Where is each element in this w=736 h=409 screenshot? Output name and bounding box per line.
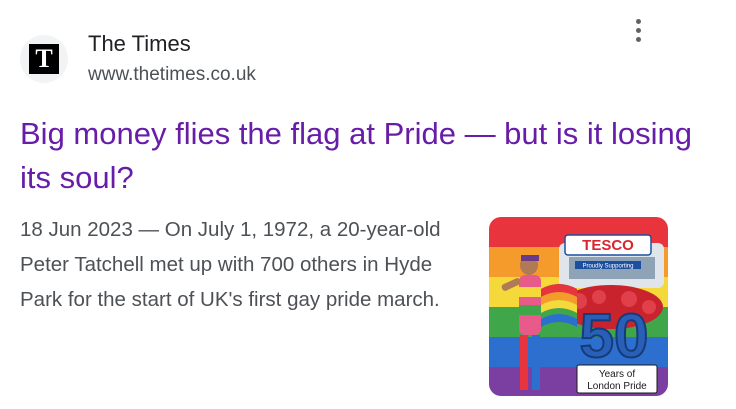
tesco-banner-text: TESCO <box>582 237 634 254</box>
pride-parade-image: TESCO Proudly Supporting 50 Years of Lon… <box>489 217 668 396</box>
the-times-logo-icon: T <box>20 35 68 83</box>
site-url: www.thetimes.co.uk <box>88 64 256 85</box>
snippet-date: 18 Jun 2023 <box>20 218 133 241</box>
more-vert-icon-dot <box>635 36 641 42</box>
result-title-link[interactable]: Big money flies the flag at Pride — but … <box>20 112 700 200</box>
snippet-separator: — <box>132 218 165 241</box>
favicon-letter: T <box>29 44 59 74</box>
result-thumbnail[interactable]: TESCO Proudly Supporting 50 Years of Lon… <box>489 217 668 396</box>
result-snippet: 18 Jun 2023 — On July 1, 1972, a 20-year… <box>20 212 470 317</box>
search-result-card: T The Times www.thetimes.co.uk Big money… <box>0 0 736 409</box>
site-name: The Times <box>88 31 191 56</box>
more-options-button[interactable] <box>624 14 652 46</box>
more-vert-icon <box>635 18 641 24</box>
fifty-number: 50 <box>580 302 649 371</box>
source-row[interactable]: T The Times www.thetimes.co.uk <box>20 30 720 92</box>
caption-line1: Years of <box>599 369 636 380</box>
caption-line2: London Pride <box>587 381 647 392</box>
more-vert-icon-dot <box>635 27 641 33</box>
small-banner-text: Proudly Supporting <box>582 264 633 270</box>
